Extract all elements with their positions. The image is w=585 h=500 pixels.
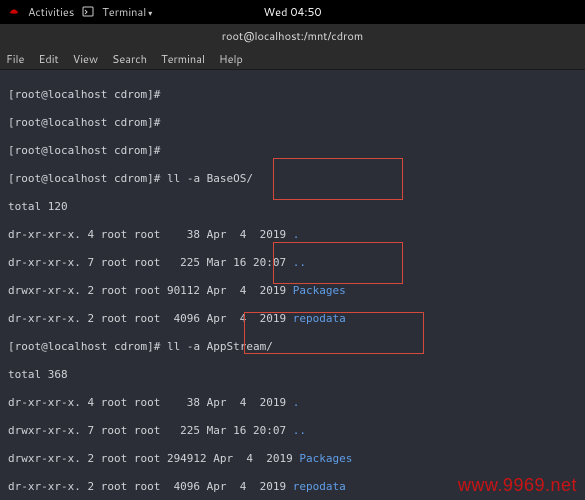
chevron-down-icon: ▾ — [148, 7, 152, 19]
menubar: File Edit View Search Terminal Help — [0, 48, 585, 70]
watermark-text: www.9969.net — [458, 475, 577, 496]
prompt-line: [root@localhost cdrom]# ll -a BaseOS/ — [8, 172, 577, 186]
ls-row: dr-xr-xr-x. 4 root root 38 Apr 4 2019 . — [8, 396, 577, 410]
terminal-icon — [82, 6, 94, 18]
ls-row: dr-xr-xr-x. 7 root root 225 Mar 16 20:07… — [8, 256, 577, 270]
prompt-line: [root@localhost cdrom]# — [8, 144, 577, 158]
app-menu-label[interactable]: Terminal▾ — [102, 4, 152, 20]
window-titlebar: root@localhost:/mnt/cdrom — [0, 24, 585, 48]
hat-icon — [8, 6, 20, 18]
terminal-view[interactable]: [root@localhost cdrom]# [root@localhost … — [0, 70, 585, 500]
prompt-line: [root@localhost cdrom]# — [8, 88, 577, 102]
total-line: total 120 — [8, 200, 577, 214]
total-line: total 368 — [8, 368, 577, 382]
menu-search[interactable]: Search — [112, 51, 147, 67]
activities-button[interactable]: Activities — [28, 4, 74, 20]
ls-row: dr-xr-xr-x. 2 root root 4096 Apr 4 2019 … — [8, 312, 577, 326]
menu-terminal[interactable]: Terminal — [161, 51, 205, 67]
prompt-line: [root@localhost cdrom]# — [8, 116, 577, 130]
ls-row: drwxr-xr-x. 2 root root 90112 Apr 4 2019… — [8, 284, 577, 298]
menu-view[interactable]: View — [73, 51, 98, 67]
ls-row: drwxr-xr-x. 2 root root 294912 Apr 4 201… — [8, 452, 577, 466]
prompt-line: [root@localhost cdrom]# ll -a AppStream/ — [8, 340, 577, 354]
ls-row: dr-xr-xr-x. 4 root root 38 Apr 4 2019 . — [8, 228, 577, 242]
clock[interactable]: Wed 04:50 — [264, 4, 322, 20]
menu-edit[interactable]: Edit — [38, 51, 58, 67]
window-title: root@localhost:/mnt/cdrom — [222, 28, 364, 44]
menu-help[interactable]: Help — [219, 51, 243, 67]
menu-file[interactable]: File — [6, 51, 24, 67]
gnome-topbar: Activities Terminal▾ Wed 04:50 — [0, 0, 585, 24]
ls-row: drwxr-xr-x. 7 root root 225 Mar 16 20:07… — [8, 424, 577, 438]
